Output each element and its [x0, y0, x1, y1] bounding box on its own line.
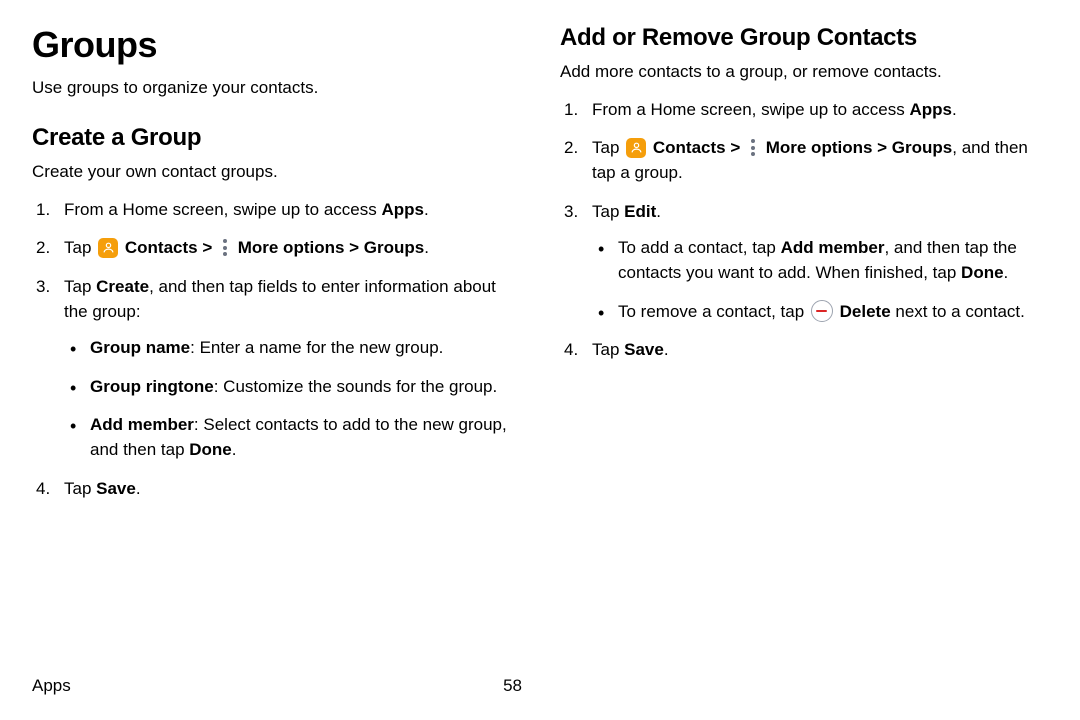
text: Tap: [64, 479, 96, 498]
more-options-icon: [747, 138, 759, 158]
step: Tap Contacts > More options > Groups, an…: [560, 136, 1048, 185]
bold: Save: [624, 340, 664, 359]
step: From a Home screen, swipe up to access A…: [32, 198, 520, 223]
text: Tap: [64, 277, 96, 296]
footer-section: Apps: [32, 676, 71, 696]
text: .: [424, 200, 429, 219]
text: .: [232, 440, 237, 459]
text: .: [952, 100, 957, 119]
create-bullets: Group name: Enter a name for the new gro…: [64, 336, 520, 463]
text: .: [664, 340, 669, 359]
page-title: Groups: [32, 24, 520, 66]
contacts-icon: [626, 138, 646, 158]
bold: Delete: [840, 302, 891, 321]
text: Tap: [592, 202, 624, 221]
bold: Contacts >: [125, 238, 217, 257]
contacts-icon: [98, 238, 118, 258]
intro-text: Use groups to organize your contacts.: [32, 76, 520, 100]
bold: Done: [961, 263, 1004, 282]
text: .: [656, 202, 661, 221]
text: : Customize the sounds for the group.: [214, 377, 498, 396]
delete-icon: [811, 300, 833, 322]
bold: Create: [96, 277, 149, 296]
text: Tap: [64, 238, 96, 257]
text: .: [1004, 263, 1009, 282]
create-steps: From a Home screen, swipe up to access A…: [32, 198, 520, 502]
more-options-icon: [219, 238, 231, 258]
bullet: To remove a contact, tap Delete next to …: [592, 300, 1048, 325]
text: To remove a contact, tap: [618, 302, 809, 321]
bullet: To add a contact, tap Add member, and th…: [592, 236, 1048, 285]
section-heading-addremove: Add or Remove Group Contacts: [560, 24, 1048, 52]
step: Tap Edit. To add a contact, tap Add memb…: [560, 200, 1048, 325]
section-heading-create: Create a Group: [32, 124, 520, 152]
bullet: Group name: Enter a name for the new gro…: [64, 336, 520, 361]
bold: Save: [96, 479, 136, 498]
bold: More options > Groups: [238, 238, 425, 257]
bold: Add member: [90, 415, 194, 434]
bold: Apps: [381, 200, 424, 219]
text: From a Home screen, swipe up to access: [64, 200, 381, 219]
bold: Group name: [90, 338, 190, 357]
left-column: Groups Use groups to organize your conta…: [32, 24, 520, 515]
bold: Done: [189, 440, 232, 459]
right-column: Add or Remove Group Contacts Add more co…: [560, 24, 1048, 515]
bullet: Add member: Select contacts to add to th…: [64, 413, 520, 462]
step: Tap Save.: [32, 477, 520, 502]
step: From a Home screen, swipe up to access A…: [560, 98, 1048, 123]
bold: Contacts >: [653, 138, 745, 157]
step: Tap Contacts > More options > Groups.: [32, 236, 520, 261]
bold: Apps: [909, 100, 952, 119]
text: Tap: [592, 138, 624, 157]
bold: More options > Groups: [766, 138, 953, 157]
section-sub-addremove: Add more contacts to a group, or remove …: [560, 60, 1048, 84]
step: Tap Save.: [560, 338, 1048, 363]
bold: Edit: [624, 202, 656, 221]
footer-page-number: 58: [503, 676, 522, 696]
text: Tap: [592, 340, 624, 359]
addremove-steps: From a Home screen, swipe up to access A…: [560, 98, 1048, 363]
bullet: Group ringtone: Customize the sounds for…: [64, 375, 520, 400]
page-footer: Apps 58: [32, 676, 522, 696]
bold: Add member: [781, 238, 885, 257]
step: Tap Create, and then tap fields to enter…: [32, 275, 520, 463]
text: next to a contact.: [891, 302, 1025, 321]
bold: Group ringtone: [90, 377, 214, 396]
text: .: [424, 238, 429, 257]
addremove-bullets: To add a contact, tap Add member, and th…: [592, 236, 1048, 324]
section-sub-create: Create your own contact groups.: [32, 160, 520, 184]
text: : Enter a name for the new group.: [190, 338, 443, 357]
text: From a Home screen, swipe up to access: [592, 100, 909, 119]
text: .: [136, 479, 141, 498]
text: To add a contact, tap: [618, 238, 781, 257]
